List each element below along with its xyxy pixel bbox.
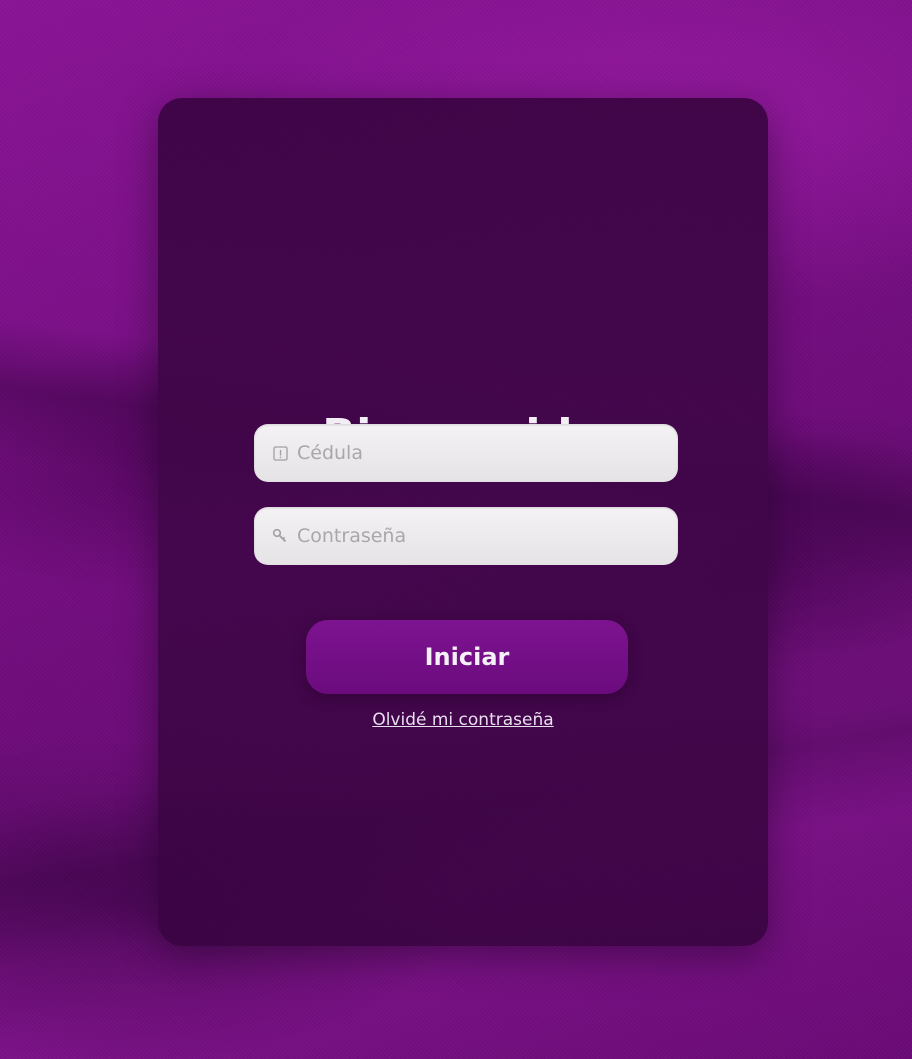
cedula-field[interactable] xyxy=(254,424,678,482)
cedula-input[interactable] xyxy=(297,442,657,464)
id-card-icon xyxy=(272,445,288,461)
login-button[interactable]: Iniciar xyxy=(306,620,628,694)
password-input[interactable] xyxy=(297,525,657,547)
password-field[interactable] xyxy=(254,507,678,565)
login-card: Bienvenido Iniciar Olvidé mi contraseña xyxy=(158,98,768,946)
forgot-password-link[interactable]: Olvidé mi contraseña xyxy=(158,710,768,730)
key-icon xyxy=(272,528,288,544)
